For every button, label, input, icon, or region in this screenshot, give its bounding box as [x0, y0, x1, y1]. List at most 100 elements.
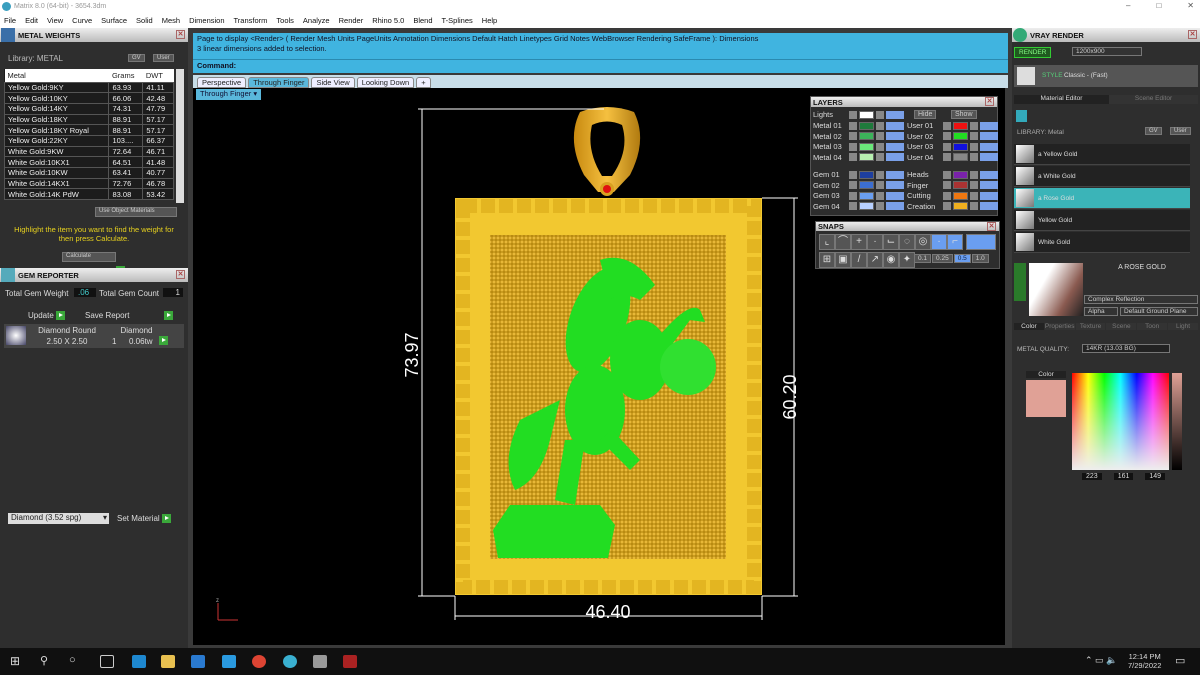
expand-icon[interactable]	[849, 121, 857, 130]
menu-item[interactable]: Analyze	[303, 16, 330, 25]
expand-handle[interactable]	[1014, 263, 1026, 301]
material-item[interactable]: Yellow Gold	[1014, 210, 1190, 231]
layer-color[interactable]	[953, 170, 968, 179]
snap-toggle[interactable]	[966, 234, 996, 250]
save-report-button[interactable]: Save Report	[85, 311, 173, 321]
visibility-toggle[interactable]	[886, 202, 904, 210]
expand-icon[interactable]	[943, 132, 951, 140]
close-button[interactable]: ✕	[1187, 1, 1194, 10]
brightness-slider[interactable]	[1172, 373, 1182, 470]
close-icon[interactable]: ✕	[987, 222, 996, 231]
layer-color[interactable]	[859, 191, 874, 200]
lock-icon[interactable]	[970, 121, 978, 130]
lock-icon[interactable]	[876, 191, 884, 200]
layer-row[interactable]: Creation	[907, 202, 998, 211]
blue-value-field[interactable]: 149	[1145, 473, 1166, 480]
tab-material-editor[interactable]: Material Editor	[1014, 95, 1109, 104]
layer-row[interactable]: Heads	[907, 170, 998, 179]
snap-increment[interactable]: 1.0	[971, 254, 989, 263]
expand-icon[interactable]	[849, 202, 857, 210]
menu-item[interactable]: Dimension	[189, 16, 224, 25]
close-icon[interactable]: ✕	[985, 97, 994, 106]
update-button[interactable]: Update	[28, 311, 66, 321]
lock-icon[interactable]	[970, 132, 978, 140]
task-view-icon[interactable]	[100, 655, 114, 668]
lock-icon[interactable]	[970, 191, 978, 200]
visibility-toggle[interactable]	[980, 202, 998, 210]
visibility-toggle[interactable]	[886, 181, 904, 189]
layer-row[interactable]: Gem 03	[813, 191, 904, 200]
column-header[interactable]: Grams	[108, 69, 143, 82]
layer-color[interactable]	[953, 202, 968, 210]
expand-icon[interactable]	[943, 191, 951, 200]
render-button[interactable]: RENDER	[1014, 47, 1052, 58]
menu-item[interactable]: Rhino 5.0	[372, 16, 404, 25]
layer-color[interactable]	[953, 142, 968, 151]
layer-row[interactable]: Cutting	[907, 191, 998, 200]
snap-button[interactable]: ·	[867, 234, 883, 250]
table-row[interactable]: Yellow Gold:10KY 66.06 42.48	[3, 92, 174, 104]
tab-property[interactable]: Texture	[1075, 323, 1106, 330]
lock-icon[interactable]	[876, 202, 884, 210]
visibility-toggle[interactable]	[886, 132, 904, 140]
layer-color[interactable]	[859, 181, 874, 189]
table-row[interactable]: Yellow Gold:9KY 63.93 41.11	[3, 81, 174, 94]
visibility-toggle[interactable]	[886, 142, 904, 151]
expand-icon[interactable]	[943, 142, 951, 151]
layer-color[interactable]	[953, 191, 968, 200]
menu-item[interactable]: File	[4, 16, 16, 25]
mail-icon[interactable]	[222, 655, 236, 668]
expand-icon[interactable]	[849, 181, 857, 189]
color-swatch[interactable]	[1026, 380, 1066, 417]
table-row[interactable]: White Gold:10KW 63.41 40.77	[3, 167, 174, 179]
material-icon[interactable]	[1016, 110, 1027, 122]
ground-plane-select[interactable]: Default Ground Plane	[1120, 307, 1198, 316]
layer-row[interactable]: Gem 02	[813, 181, 904, 190]
tab-property[interactable]: Scene	[1106, 323, 1137, 330]
snap-button[interactable]: /	[851, 252, 867, 268]
tab-viewport[interactable]: Perspective	[197, 77, 247, 88]
expand-icon[interactable]	[943, 202, 951, 210]
snap-button[interactable]: ◉	[883, 252, 899, 268]
edge-icon[interactable]	[132, 655, 146, 668]
lock-icon[interactable]	[876, 132, 884, 140]
command-input[interactable]: Command:	[193, 59, 1008, 71]
table-row[interactable]: White Gold:9KW 72.64 46.71	[3, 145, 174, 158]
expand-icon[interactable]	[849, 153, 857, 161]
tab-viewport[interactable]: Through Finger	[248, 77, 310, 88]
expand-icon[interactable]	[849, 191, 857, 200]
app-icon[interactable]	[343, 655, 357, 668]
green-value-field[interactable]: 161	[1113, 473, 1134, 480]
scrollbar[interactable]	[176, 69, 184, 203]
maximize-button[interactable]: □	[1156, 1, 1161, 10]
tab-property[interactable]: Light	[1168, 323, 1198, 330]
menu-item[interactable]: Transform	[234, 16, 268, 25]
expand-icon[interactable]	[943, 181, 951, 189]
snap-increment[interactable]: 0.1	[914, 254, 932, 263]
menu-item[interactable]: Curve	[72, 16, 92, 25]
visibility-toggle[interactable]	[980, 181, 998, 189]
clock[interactable]: 12:14 PM 7/29/2022	[1128, 652, 1161, 670]
lock-icon[interactable]	[876, 121, 884, 130]
gem-row[interactable]: Diamond Round Diamond 2.50 X 2.50 1 0.06…	[4, 324, 184, 348]
lock-icon[interactable]	[970, 153, 978, 161]
tab-scene-editor[interactable]: Scene Editor	[1109, 95, 1198, 104]
visibility-toggle[interactable]	[886, 121, 904, 130]
snap-button[interactable]: ⊞	[819, 252, 835, 268]
snap-button[interactable]: ◌	[899, 234, 915, 250]
calculate-button[interactable]: Calculate	[62, 252, 116, 262]
tab-property[interactable]: Properties	[1044, 323, 1075, 330]
snap-increment[interactable]: 0.5	[953, 254, 971, 263]
visibility-toggle[interactable]	[886, 153, 904, 161]
search-icon[interactable]: ⚲	[40, 654, 48, 667]
table-row[interactable]: White Gold:10KX1 64.51 41.48	[3, 156, 174, 168]
table-row[interactable]: Yellow Gold:18KY 88.91 57.17	[3, 113, 174, 126]
lock-icon[interactable]	[876, 181, 884, 189]
expand-icon[interactable]	[849, 132, 857, 140]
red-value-field[interactable]: 223	[1082, 473, 1102, 480]
menu-item[interactable]: T-Splines	[442, 16, 473, 25]
layer-row[interactable]: User 01	[907, 121, 998, 130]
expand-icon[interactable]	[943, 121, 951, 130]
lock-icon[interactable]	[876, 142, 884, 151]
layer-color[interactable]	[859, 170, 874, 179]
